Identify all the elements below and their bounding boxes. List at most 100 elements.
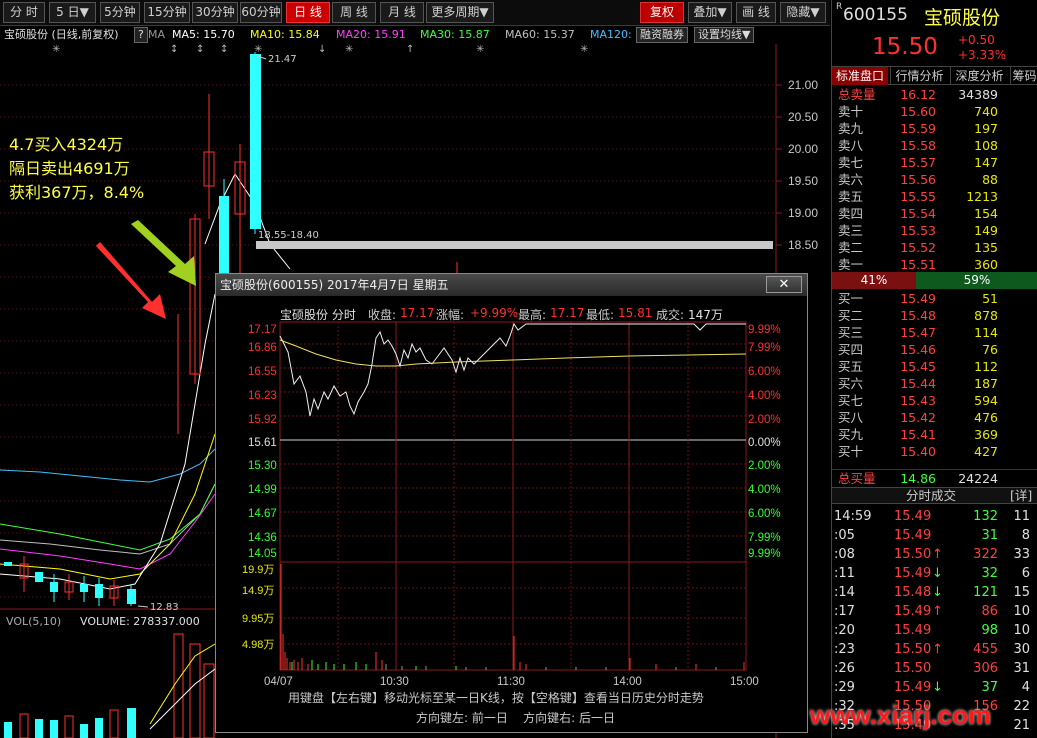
- bids-row[interactable]: 买七 15.43 594: [832, 392, 1037, 409]
- tab-chips[interactable]: 筹码: [1010, 67, 1037, 85]
- ma120-value: MA120:: [590, 28, 632, 41]
- bids-row[interactable]: 买八 15.42 476: [832, 409, 1037, 426]
- stock-code: 600155: [843, 5, 908, 25]
- asks-row[interactable]: 卖四 15.54 154: [832, 205, 1037, 222]
- popup-vol-tick: 9.95万: [242, 613, 274, 625]
- asks-volume: 197: [974, 121, 998, 136]
- asks-row[interactable]: 卖六 15.56 88: [832, 171, 1037, 188]
- watermark: www.xiarj.com: [810, 700, 992, 730]
- tab-market-analysis[interactable]: 行情分析: [890, 67, 948, 85]
- popup-hint-arrows: 方向键左: 前一日 方向键右: 后一日: [416, 711, 615, 725]
- bids-row[interactable]: 买二 15.48 878: [832, 307, 1037, 324]
- popup-time-tick: 15:00: [730, 676, 759, 688]
- tab-intraday[interactable]: 分 时: [3, 2, 45, 23]
- bids-row[interactable]: 买四 15.46 76: [832, 341, 1037, 358]
- asks-row[interactable]: 卖九 15.59 197: [832, 120, 1037, 137]
- bids-level-label: 买十: [838, 444, 864, 459]
- adjust-price-button[interactable]: 复权: [640, 2, 684, 23]
- asks-volume: 1213: [966, 189, 998, 204]
- popup-pct-tick: 4.00%: [748, 390, 781, 402]
- help-button[interactable]: ?: [134, 27, 148, 43]
- popup-pct-tick: 7.99%: [748, 532, 781, 544]
- tab-30min[interactable]: 30分钟: [192, 2, 238, 23]
- tab-monthly[interactable]: 月 线: [380, 2, 424, 23]
- popup-time-tick: 10:30: [380, 676, 409, 688]
- ma-settings-dropdown[interactable]: 设置均线▼: [694, 27, 755, 43]
- ticks-detail-link[interactable]: [详]: [1010, 488, 1032, 504]
- tab-5min[interactable]: 5分钟: [100, 2, 140, 23]
- low-label: 12.83: [150, 602, 179, 613]
- high-label: 21.47: [268, 54, 297, 65]
- overlay-dropdown[interactable]: 叠加▼: [688, 2, 732, 23]
- asks-price: 15.60: [900, 104, 936, 119]
- popup-pct-tick: 6.00%: [748, 508, 781, 520]
- r-badge: R: [836, 2, 843, 12]
- tab-weekly[interactable]: 周 线: [332, 2, 376, 23]
- annotation-profit: 获利367万，8.4%: [9, 183, 145, 202]
- vol-indicator-value: VOLUME: 278337.000: [80, 615, 200, 628]
- draw-line-button[interactable]: 画 线: [736, 2, 776, 23]
- popup-price-tick: 16.23: [248, 390, 277, 402]
- tab-60min[interactable]: 60分钟: [240, 2, 282, 23]
- ma60-value: MA60: 15.37: [505, 28, 575, 41]
- quote-panel: R 600155 宝硕股份 15.50 +0.50 +3.33% 标准盘口 行情…: [831, 0, 1037, 738]
- bids-volume: 187: [974, 376, 998, 391]
- asks-volume: 147: [974, 155, 998, 170]
- bids-level-label: 买一: [838, 291, 864, 306]
- tab-daily[interactable]: 日 线: [286, 2, 330, 23]
- asks-price: 15.51: [900, 257, 936, 272]
- asks-level-label: 卖七: [838, 155, 864, 170]
- asks-row[interactable]: 卖五 15.55 1213: [832, 188, 1037, 205]
- svg-text:✳: ✳: [52, 44, 60, 55]
- trade-annotation: 4.7买入4324万 隔日卖出4691万 获利367万，8.4%: [9, 133, 144, 205]
- popup-price-tick: 14.36: [248, 532, 277, 544]
- asks-row[interactable]: 卖三 15.53 149: [832, 222, 1037, 239]
- popup-pct-tick: 9.99%: [748, 548, 781, 560]
- svg-text:✳: ✳: [580, 44, 588, 55]
- hide-dropdown[interactable]: 隐藏▼: [780, 2, 826, 23]
- asks-price: 15.57: [900, 155, 936, 170]
- buy-total-row: 总买量 14.86 24224: [832, 469, 1037, 486]
- more-periods-dropdown[interactable]: 更多周期▼: [426, 2, 494, 23]
- popup-price-tick: 14.67: [248, 508, 277, 520]
- popup-pct-tick: 9.99%: [748, 324, 781, 336]
- bids-row[interactable]: 买十 15.40 427: [832, 443, 1037, 460]
- bids-row[interactable]: 买九 15.41 369: [832, 426, 1037, 443]
- svg-text:↑: ↑: [406, 44, 414, 55]
- popup-time-tick: 14:00: [613, 676, 642, 688]
- tab-standard-quote[interactable]: 标准盘口: [832, 67, 888, 85]
- margin-trading-button[interactable]: 融资融券: [636, 27, 688, 43]
- asks-volume: 135: [974, 240, 998, 255]
- bids-volume: 476: [974, 410, 998, 425]
- bids-price: 15.40: [900, 444, 936, 459]
- bids-volume: 51: [982, 291, 998, 306]
- price-change: +0.50: [958, 33, 995, 47]
- tab-5day[interactable]: 5 日▼: [49, 2, 96, 23]
- last-price: 15.50: [872, 34, 938, 60]
- buy-ratio: 59%: [916, 272, 1037, 289]
- asks-level-label: 卖四: [838, 206, 864, 221]
- asks-row[interactable]: 卖十 15.60 740: [832, 103, 1037, 120]
- bids-row[interactable]: 买五 15.45 112: [832, 358, 1037, 375]
- asks-row[interactable]: 卖一 15.51 360: [832, 256, 1037, 273]
- asks-price: 15.55: [900, 189, 936, 204]
- price-range-band: [256, 241, 773, 249]
- bids-price: 15.47: [900, 325, 936, 340]
- tab-depth-analysis[interactable]: 深度分析: [950, 67, 1008, 85]
- bids-row[interactable]: 买三 15.47 114: [832, 324, 1037, 341]
- ask-list: 卖十 15.60 740 卖九 15.59 197 卖八 15.58 108 卖七 15.57 147…: [832, 103, 1037, 273]
- tab-15min[interactable]: 15分钟: [144, 2, 190, 23]
- bids-price: 15.44: [900, 376, 936, 391]
- asks-volume: 108: [974, 138, 998, 153]
- asks-row[interactable]: 卖七 15.57 147: [832, 154, 1037, 171]
- bids-volume: 594: [974, 393, 998, 408]
- bids-row[interactable]: 买一 15.49 51: [832, 290, 1037, 307]
- bids-level-label: 买九: [838, 427, 864, 442]
- ma30-value: MA30: 15.87: [420, 28, 490, 41]
- bids-price: 15.49: [900, 291, 936, 306]
- popup-price-tick: 15.92: [248, 414, 277, 426]
- bids-row[interactable]: 买六 15.44 187: [832, 375, 1037, 392]
- asks-row[interactable]: 卖八 15.58 108: [832, 137, 1037, 154]
- asks-row[interactable]: 卖二 15.52 135: [832, 239, 1037, 256]
- popup-time-tick: 11:30: [497, 676, 525, 688]
